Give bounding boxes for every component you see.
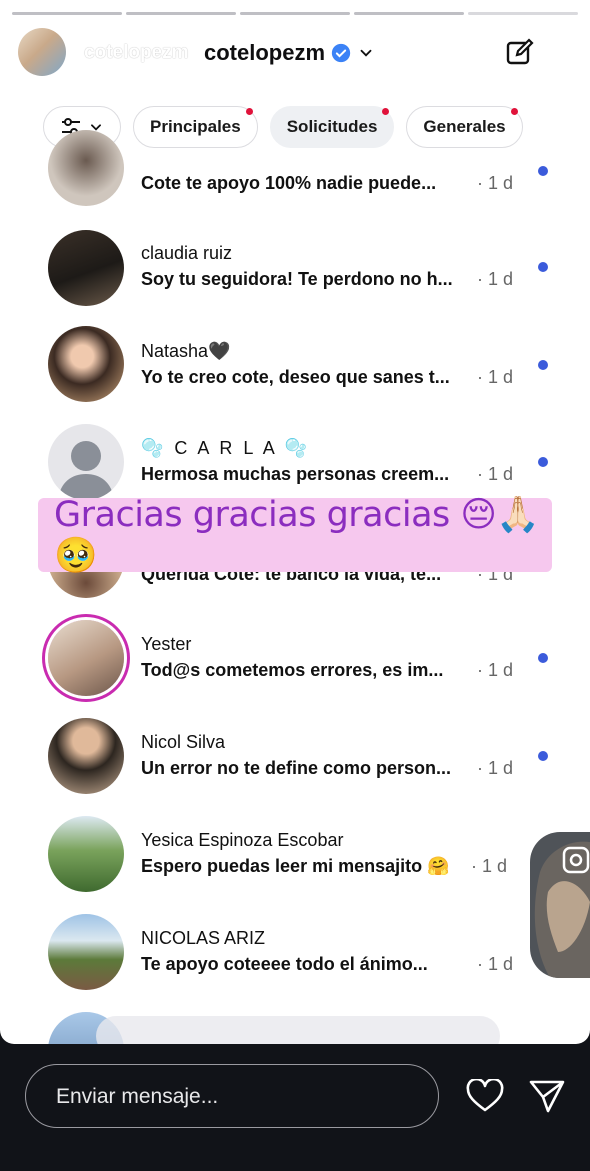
- avatar: [48, 424, 124, 500]
- sender-name: Natasha🖤: [141, 341, 231, 361]
- avatar: [48, 914, 124, 990]
- sender-name: Yesica Espinoza Escobar: [141, 830, 344, 850]
- message-time: · 1 d: [477, 758, 514, 778]
- tab-principales[interactable]: Principales: [133, 106, 258, 148]
- message-time: · 1 d: [477, 367, 514, 387]
- inbox-filters: Principales Solicitudes Generales: [43, 106, 523, 148]
- chevron-down-icon[interactable]: [357, 44, 375, 62]
- dm-title-text: cotelopezm: [204, 40, 326, 65]
- avatar: [48, 230, 124, 306]
- message-preview: Hermosa muchas personas creem...: [141, 464, 450, 484]
- conversation-row[interactable]: Yesica Espinoza Escobar Espero puedas le…: [0, 816, 590, 914]
- sender-name: Nicol Silva: [141, 732, 226, 752]
- story-progress-segment: [354, 12, 464, 15]
- story-progress: [12, 12, 578, 15]
- avatar: [48, 130, 124, 206]
- story-progress-segment: [126, 12, 236, 15]
- notification-dot: [510, 108, 518, 115]
- avatar: [48, 326, 124, 402]
- tab-generales[interactable]: Generales: [406, 106, 523, 148]
- message-time: · 1 d: [471, 856, 508, 876]
- verified-badge-icon: [331, 43, 351, 63]
- unread-dot: [538, 457, 548, 467]
- conversation-row[interactable]: Yester Tod@s cometemos errores, es im...…: [0, 620, 590, 718]
- avatar: [48, 718, 124, 794]
- story-text-overlay: Gracias gracias gracias 😔🙏🏻🥹: [38, 495, 552, 576]
- notification-dot: [245, 108, 253, 115]
- unread-dot: [538, 360, 548, 370]
- tab-label: Generales: [423, 117, 506, 136]
- message-time: · 1 d: [477, 269, 514, 289]
- sender-name: 🫧 C A R L A 🫧: [141, 438, 311, 458]
- more-options-icon[interactable]: [470, 46, 494, 52]
- tab-bar-shadow: [96, 1016, 500, 1044]
- story-progress-segment: [240, 12, 350, 15]
- tab-solicitudes[interactable]: Solicitudes: [269, 106, 395, 148]
- conversation-row[interactable]: Nicol Silva Un error no te define como p…: [0, 718, 590, 816]
- story-progress-segment: [12, 12, 122, 15]
- message-preview: Espero puedas leer mi mensajito 🤗: [141, 856, 450, 876]
- message-preview: Soy tu seguidora! Te perdono no h...: [141, 269, 453, 289]
- story-avatar[interactable]: [18, 28, 66, 76]
- send-icon[interactable]: [528, 1078, 566, 1114]
- message-preview: Yo te creo cote, deseo que sanes t...: [141, 367, 450, 387]
- story-header: cotelopezm cotelopezm: [18, 28, 572, 76]
- unread-dot: [538, 262, 548, 272]
- sticker-image-icon: [534, 841, 590, 978]
- message-preview: Un error no te define como person...: [141, 758, 452, 778]
- message-preview: Tod@s cometemos errores, es im...: [141, 660, 444, 680]
- unread-dot: [538, 653, 548, 663]
- unread-dot: [538, 166, 548, 176]
- message-time: · 1 d: [477, 954, 514, 974]
- message-time: · 1 d: [477, 464, 514, 484]
- avatar-with-story: [48, 620, 124, 696]
- avatar: [48, 816, 124, 892]
- message-placeholder: Enviar mensaje...: [56, 1085, 219, 1108]
- conversation-row[interactable]: NICOLAS ARIZ Te apoyo coteeee todo el án…: [0, 914, 590, 1012]
- message-preview: Cote te apoyo 100% nadie puede...: [141, 173, 437, 193]
- default-avatar-icon: [58, 441, 114, 500]
- notification-dot: [382, 108, 390, 115]
- edit-icon[interactable]: [506, 38, 534, 66]
- heart-icon[interactable]: [466, 1079, 504, 1113]
- dm-account-title[interactable]: cotelopezm: [204, 40, 375, 66]
- tab-label: Principales: [150, 117, 241, 136]
- sender-name: NICOLAS ARIZ: [141, 928, 266, 948]
- close-icon[interactable]: [542, 36, 572, 66]
- sender-name: Yester: [141, 634, 192, 654]
- story-frame: cotelopezm cotelopezm Principales Solici…: [0, 0, 590, 1044]
- story-progress-segment: [468, 12, 578, 15]
- message-preview: Te apoyo coteeee todo el ánimo...: [141, 954, 428, 974]
- tab-label: Solicitudes: [286, 117, 378, 136]
- unread-dot: [538, 751, 548, 761]
- message-input[interactable]: Enviar mensaje...: [25, 1064, 439, 1128]
- conversation-row[interactable]: claudia ruiz Soy tu seguidora! Te perdon…: [0, 230, 590, 328]
- story-username[interactable]: cotelopezm: [84, 42, 189, 64]
- story-sticker[interactable]: [530, 832, 590, 978]
- message-time: · 1 d: [477, 660, 514, 680]
- sender-name: claudia ruiz: [141, 243, 233, 263]
- message-time: · 1 d: [477, 173, 514, 193]
- conversation-row[interactable]: Natasha🖤 Yo te creo cote, deseo que sane…: [0, 326, 590, 424]
